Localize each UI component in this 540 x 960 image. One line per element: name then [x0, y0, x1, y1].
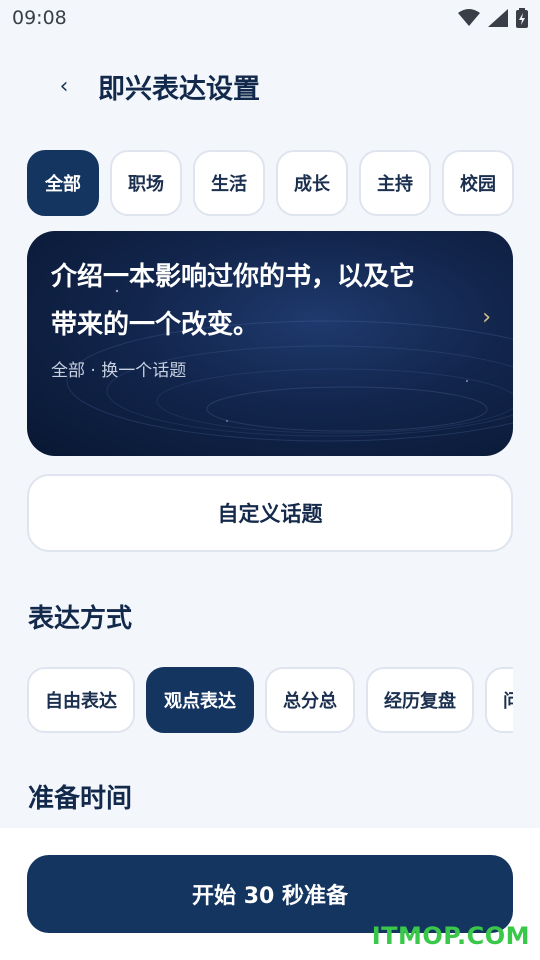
signal-icon	[488, 9, 508, 27]
watermark: ITMOP.COM	[371, 922, 530, 950]
category-tabs: 全部 职场 生活 成长 主持 校园	[27, 150, 514, 216]
topic-meta[interactable]: 全部 · 换一个话题	[51, 356, 186, 381]
style-experience-review[interactable]: 经历复盘	[366, 667, 474, 733]
style-opinion[interactable]: 观点表达	[146, 667, 254, 733]
chevron-left-icon: ‹	[59, 73, 69, 99]
topic-line-1: 介绍一本影响过你的书，以及它	[51, 262, 416, 292]
status-icons	[458, 8, 528, 28]
tab-growth[interactable]: 成长	[276, 150, 348, 216]
prep-section-title: 准备时间	[28, 784, 133, 814]
topic-question: 介绍一本影响过你的书，以及它 带来的一个改变。	[51, 253, 471, 349]
tab-life[interactable]: 生活	[193, 150, 265, 216]
status-time: 09:08	[12, 7, 67, 29]
battery-icon	[516, 8, 528, 28]
tab-campus[interactable]: 校园	[442, 150, 514, 216]
tab-all[interactable]: 全部	[27, 150, 99, 216]
status-bar: 09:08	[0, 0, 540, 36]
back-button[interactable]: ‹	[44, 66, 84, 106]
chevron-right-icon[interactable]: ›	[482, 305, 491, 330]
tab-workplace[interactable]: 职场	[110, 150, 182, 216]
style-free[interactable]: 自由表达	[27, 667, 135, 733]
header: ‹ 即兴表达设置	[0, 58, 540, 114]
topic-line-2: 带来的一个改变。	[51, 310, 260, 340]
style-question[interactable]: 问	[485, 667, 513, 733]
expression-styles: 自由表达 观点表达 总分总 经历复盘 问	[27, 667, 513, 733]
page-title: 即兴表达设置	[98, 73, 260, 105]
custom-topic-button[interactable]: 自定义话题	[27, 474, 513, 552]
expression-section-title: 表达方式	[28, 604, 133, 634]
style-total-part-total[interactable]: 总分总	[265, 667, 355, 733]
tab-hosting[interactable]: 主持	[359, 150, 431, 216]
wifi-icon	[458, 9, 480, 26]
